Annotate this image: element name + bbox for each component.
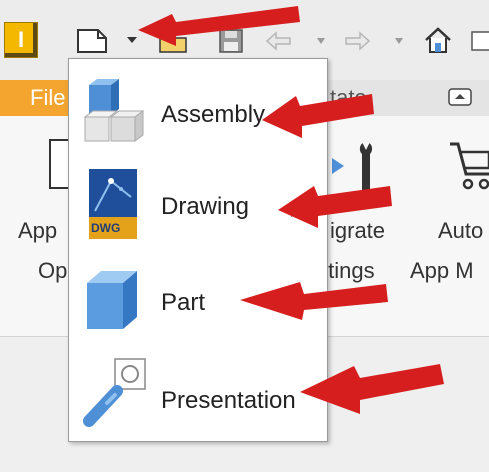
- tab-partial[interactable]: tate: [330, 80, 367, 116]
- shopping-cart-icon[interactable]: [446, 134, 489, 198]
- app-logo-icon[interactable]: I: [4, 22, 38, 58]
- menu-item-drawing[interactable]: DWG Drawing: [69, 163, 327, 253]
- window-icon[interactable]: [468, 26, 489, 56]
- menu-item-label: Part: [161, 289, 206, 316]
- home-icon[interactable]: [420, 22, 456, 58]
- undo-icon[interactable]: [262, 26, 298, 56]
- app-options-label-line2: Op: [38, 258, 68, 283]
- ribbon-toggle-icon[interactable]: [446, 86, 474, 108]
- migrate-settings-label-line1: igrate: [330, 218, 386, 243]
- presentation-icon: [81, 355, 153, 436]
- menu-item-part[interactable]: Part: [69, 255, 327, 345]
- app-manager-label-line2: App M: [410, 258, 474, 283]
- redo-icon[interactable]: [338, 26, 374, 56]
- app-logo-letter: I: [17, 27, 25, 52]
- migrate-settings-label-line2: ttings: [322, 258, 375, 283]
- menu-item-label: Drawing: [161, 193, 250, 220]
- new-dropdown-chevron-icon[interactable]: [124, 30, 140, 50]
- migrate-settings-icon[interactable]: [328, 136, 388, 196]
- app-options-label-line1: App: [18, 218, 58, 243]
- app-manager-label-line1: Auto: [438, 218, 484, 243]
- menu-item-assembly[interactable]: Assembly: [69, 71, 327, 161]
- new-document-menu: Assembly DWG Drawing Part Presentation: [68, 58, 328, 442]
- application-options-icon[interactable]: [40, 134, 70, 194]
- undo-dropdown-chevron-icon[interactable]: [314, 32, 328, 50]
- new-document-icon[interactable]: [72, 24, 112, 58]
- open-icon[interactable]: [156, 26, 190, 56]
- menu-item-presentation[interactable]: Presentation: [69, 349, 327, 439]
- save-icon[interactable]: [214, 24, 248, 58]
- assembly-icon: [81, 79, 145, 154]
- dwg-badge: DWG: [91, 221, 121, 235]
- redo-dropdown-chevron-icon[interactable]: [392, 32, 406, 50]
- menu-item-label: Assembly: [161, 101, 266, 128]
- submenu-arrow-icon: [291, 201, 301, 217]
- part-icon: [81, 265, 145, 340]
- menu-item-label: Presentation: [161, 387, 296, 414]
- drawing-icon: [81, 167, 145, 248]
